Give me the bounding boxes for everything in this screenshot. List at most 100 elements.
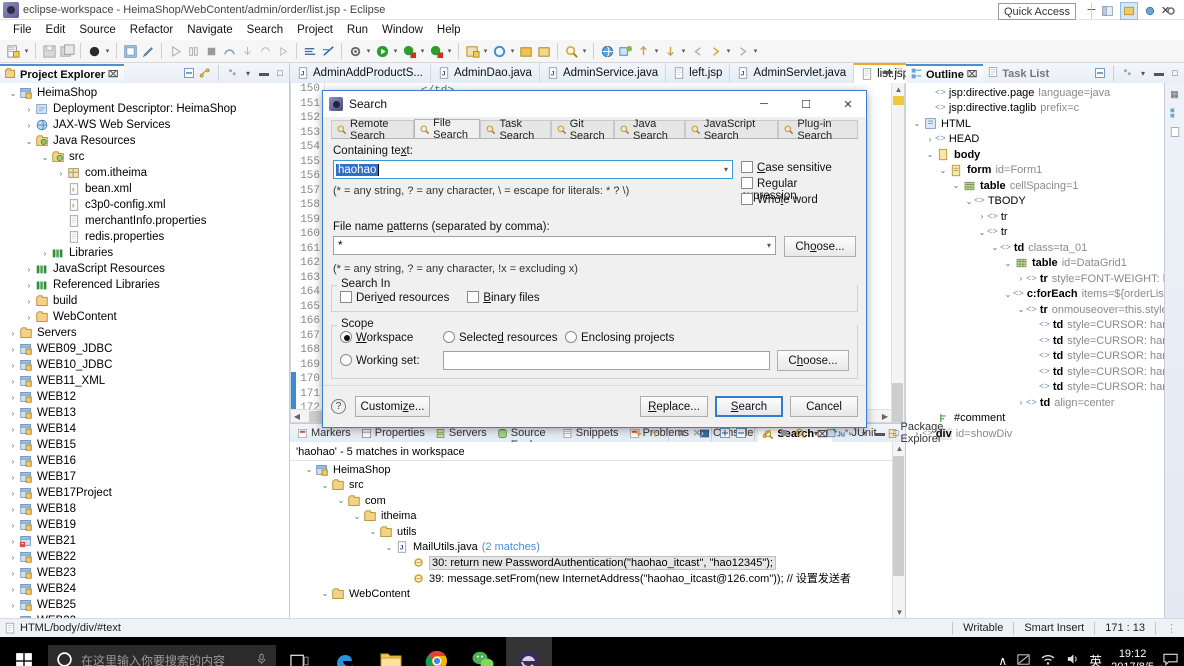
previous-annotation-dropdown-icon[interactable]: ▾ bbox=[652, 42, 661, 60]
minimize-view-icon[interactable]: ▬ bbox=[1152, 66, 1166, 80]
file-pattern-input[interactable]: * ▾ bbox=[333, 236, 776, 255]
search-result-row[interactable]: ⌄ J MailUtils.java (2 matches) bbox=[290, 540, 905, 556]
task-view-button[interactable] bbox=[276, 637, 322, 666]
view-menu-icon[interactable] bbox=[841, 426, 855, 440]
search-result-row[interactable]: ⌄ itheima bbox=[290, 509, 905, 525]
search-tab-git-search[interactable]: Git Search bbox=[550, 118, 615, 142]
project-tree-item[interactable]: › build bbox=[0, 293, 289, 309]
case-sensitive-checkbox[interactable] bbox=[741, 161, 753, 173]
restore-icon[interactable]: ▦ bbox=[1168, 87, 1182, 101]
show-previous-match-icon[interactable] bbox=[648, 426, 662, 440]
chevron-right-icon[interactable]: › bbox=[24, 313, 34, 322]
search-dropdown-icon[interactable]: ▾ bbox=[580, 42, 589, 60]
edge-icon[interactable] bbox=[322, 637, 368, 666]
pen-icon[interactable] bbox=[139, 42, 157, 60]
perspective-java-ee-icon[interactable] bbox=[1120, 2, 1138, 20]
collapse-all-icon[interactable] bbox=[734, 426, 748, 440]
toggle-breakpoint-icon[interactable] bbox=[301, 42, 319, 60]
show-next-match-icon[interactable] bbox=[632, 426, 646, 440]
search-tab-file-search[interactable]: File Search bbox=[414, 117, 481, 141]
view-menu-chevron-icon[interactable]: ▾ bbox=[857, 426, 871, 440]
project-tree-item[interactable]: › WEB11_XML bbox=[0, 373, 289, 389]
cancel-button[interactable]: Cancel bbox=[790, 396, 858, 417]
wechat-icon[interactable] bbox=[460, 637, 506, 666]
project-tree-item[interactable]: › WEB17 bbox=[0, 469, 289, 485]
menu-source[interactable]: Source bbox=[72, 22, 122, 38]
containing-text-input[interactable]: haohao ▾ bbox=[333, 160, 733, 179]
project-tree-item[interactable]: › JavaScript Resources bbox=[0, 261, 289, 277]
forward-icon[interactable] bbox=[706, 42, 724, 60]
scope-selected-resources-option[interactable]: Selected resources bbox=[443, 331, 565, 344]
working-set-option[interactable]: Working set: bbox=[340, 354, 436, 367]
chevron-down-icon[interactable]: ⌄ bbox=[938, 166, 948, 175]
outline-item[interactable]: <> jsp:directive.page language=java bbox=[906, 85, 1164, 101]
chevron-right-icon[interactable]: › bbox=[8, 521, 18, 530]
outline-item[interactable]: <>tdstyle=CURSOR: hand; l bbox=[906, 380, 1164, 396]
editor-tab-adminservlet-java[interactable]: J AdminServlet.java bbox=[730, 63, 855, 83]
chevron-right-icon[interactable]: › bbox=[24, 265, 34, 274]
chevron-right-icon[interactable]: › bbox=[8, 585, 18, 594]
chevron-right-icon[interactable]: › bbox=[8, 361, 18, 370]
close-icon[interactable]: ⌧ bbox=[108, 69, 118, 80]
chevron-down-icon[interactable]: ⌄ bbox=[352, 512, 362, 521]
file-explorer-icon[interactable] bbox=[368, 637, 414, 666]
start-button[interactable] bbox=[0, 637, 48, 666]
search-icon[interactable] bbox=[562, 42, 580, 60]
tray-expand-icon[interactable]: ∧ bbox=[998, 654, 1007, 666]
chevron-right-icon[interactable]: › bbox=[8, 473, 18, 482]
search-tab-java-search[interactable]: Java Search bbox=[614, 118, 685, 142]
chevron-down-icon[interactable]: ⌄ bbox=[8, 89, 18, 98]
outline-item[interactable]: <>tdstyle=CURSOR: hand; l bbox=[906, 349, 1164, 365]
project-tree-item[interactable]: ⌄ Java Resources bbox=[0, 133, 289, 149]
project-tree-item[interactable]: › WEB25 bbox=[0, 597, 289, 613]
chevron-down-icon[interactable]: ⌄ bbox=[320, 589, 330, 598]
project-tree-item[interactable]: merchantInfo.properties bbox=[0, 213, 289, 229]
minimize-view-icon[interactable]: ▬ bbox=[257, 66, 271, 80]
project-tree-item[interactable]: x c3p0-config.xml bbox=[0, 197, 289, 213]
project-tree-item[interactable]: › Deployment Descriptor: HeimaShop bbox=[0, 101, 289, 117]
chevron-down-icon[interactable]: ⌄ bbox=[384, 543, 394, 552]
menu-navigate[interactable]: Navigate bbox=[180, 22, 239, 38]
dialog-close-button[interactable]: ✕ bbox=[830, 91, 866, 117]
view-menu-chevron-icon[interactable]: ▾ bbox=[1136, 66, 1150, 80]
search-results-tree[interactable]: ⌄ HeimaShop ⌄ src ⌄ com ⌄ itheima ⌄ utils ⌄ J MailUt… bbox=[290, 461, 905, 602]
chevron-right-icon[interactable]: › bbox=[8, 377, 18, 386]
project-tree-item[interactable]: › WEB18 bbox=[0, 501, 289, 517]
binary-files-checkbox[interactable] bbox=[467, 291, 480, 303]
scroll-up-icon[interactable]: ▲ bbox=[893, 442, 905, 454]
maximize-view-icon[interactable]: □ bbox=[1168, 66, 1182, 80]
chevron-down-icon[interactable]: ⌄ bbox=[336, 496, 346, 505]
run-debug-icon[interactable] bbox=[166, 42, 184, 60]
chevron-right-icon[interactable]: › bbox=[8, 553, 18, 562]
tab-project-explorer[interactable]: Project Explorer ⌧ bbox=[0, 64, 125, 83]
outline-item[interactable]: ⌄ <> tr bbox=[906, 225, 1164, 241]
outline-minimized-icon[interactable] bbox=[1168, 106, 1182, 120]
chevron-right-icon[interactable]: › bbox=[8, 425, 18, 434]
step-into-icon[interactable] bbox=[238, 42, 256, 60]
project-tree-item[interactable]: › WEB21 bbox=[0, 533, 289, 549]
debug-as-icon[interactable] bbox=[427, 42, 445, 60]
chrome-icon[interactable] bbox=[414, 637, 460, 666]
link-with-editor-icon[interactable] bbox=[198, 66, 212, 80]
chevron-right-icon[interactable]: › bbox=[8, 505, 18, 514]
menu-refactor[interactable]: Refactor bbox=[123, 22, 180, 38]
chevron-right-icon[interactable]: › bbox=[8, 601, 18, 610]
chevron-right-icon[interactable]: › bbox=[925, 135, 935, 144]
working-set-radio[interactable] bbox=[340, 354, 352, 366]
chevron-right-icon[interactable]: › bbox=[8, 537, 18, 546]
quick-access-field[interactable]: Quick Access bbox=[997, 3, 1076, 20]
project-tree-item[interactable]: › com.itheima bbox=[0, 165, 289, 181]
save-icon[interactable] bbox=[40, 42, 58, 60]
project-tree-item[interactable]: › WEB12 bbox=[0, 389, 289, 405]
outline-item[interactable]: ⌄ table id=DataGrid1 bbox=[906, 256, 1164, 272]
file-pattern-choose-button[interactable]: Ch o ose... bbox=[784, 236, 856, 257]
maximize-view-icon[interactable]: □ bbox=[889, 426, 903, 440]
menu-run[interactable]: Run bbox=[340, 22, 375, 38]
view-menu-icon[interactable] bbox=[1120, 66, 1134, 80]
refresh-icon[interactable] bbox=[490, 42, 508, 60]
pin-search-icon[interactable] bbox=[825, 426, 839, 440]
step-over-icon[interactable] bbox=[220, 42, 238, 60]
open-browser-icon[interactable] bbox=[598, 42, 616, 60]
chevron-down-icon[interactable]: ⌄ bbox=[951, 181, 961, 190]
outline-item[interactable]: <>tdstyle=CURSOR: hand; l bbox=[906, 333, 1164, 349]
